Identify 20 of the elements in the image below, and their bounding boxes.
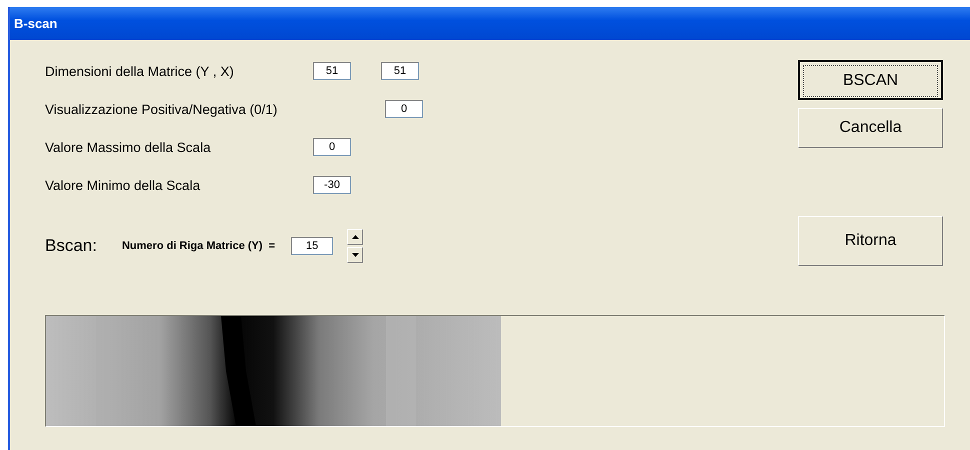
field-label: Visualizzazione Positiva/Negativa (0/1) <box>45 102 278 117</box>
input-field[interactable]: 0 <box>313 138 351 156</box>
window-title: B-scan <box>14 16 58 31</box>
field-label: Valore Massimo della Scala <box>45 140 211 155</box>
bscan-heading: Bscan: <box>45 236 97 256</box>
row-label: Numero di Riga Matrice (Y) = <box>122 240 276 252</box>
field-label: Dimensioni della Matrice (Y , X) <box>45 64 234 79</box>
input-field[interactable]: 51 <box>381 62 419 80</box>
spin-down-button[interactable] <box>347 247 364 263</box>
input-field[interactable]: -30 <box>313 176 351 194</box>
row-input-field[interactable]: 15 <box>291 237 334 255</box>
down-arrow-icon <box>352 253 359 257</box>
dialog-button[interactable]: Ritorna <box>798 216 943 266</box>
dialog-button[interactable]: Cancella <box>798 108 943 148</box>
input-field[interactable]: 0 <box>385 100 423 118</box>
input-field[interactable]: 51 <box>313 62 351 80</box>
up-arrow-icon <box>352 235 359 239</box>
dialog-button[interactable]: BSCAN <box>798 60 943 100</box>
field-label: Valore Minimo della Scala <box>45 178 200 193</box>
spin-up-button[interactable] <box>347 229 364 245</box>
